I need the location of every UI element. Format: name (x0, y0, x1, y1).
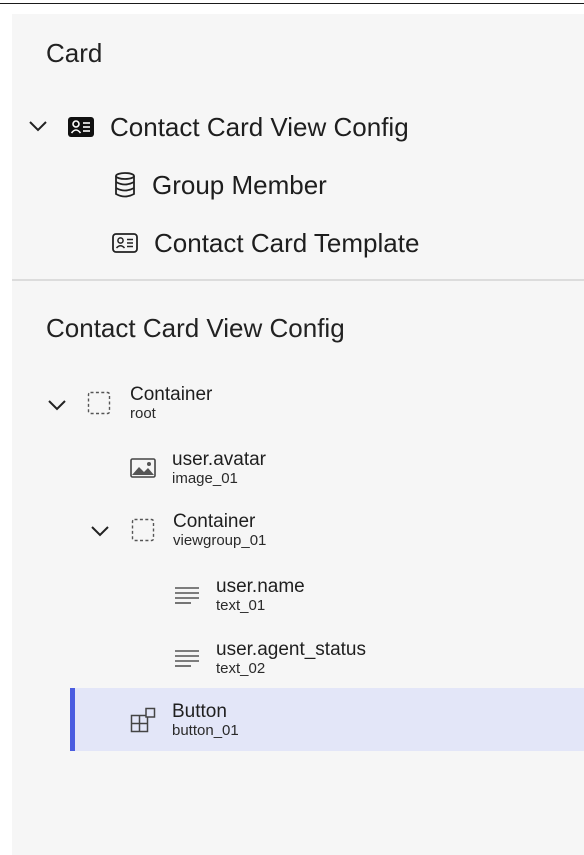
button-component-icon (130, 707, 156, 733)
node-title: user.name (216, 576, 305, 597)
tree-node-container-viewgroup[interactable]: Container viewgroup_01 (131, 508, 266, 552)
tree-node-button[interactable]: Button button_01 (130, 698, 239, 742)
text-lines-icon (174, 647, 200, 669)
text-lines-icon (174, 584, 200, 606)
contact-card-icon (68, 117, 94, 137)
tree-node-container-root[interactable]: Container root (87, 381, 212, 425)
node-id: text_01 (216, 597, 266, 614)
tree-item-label: Contact Card Template (154, 227, 420, 258)
chevron-down-icon[interactable] (28, 119, 48, 133)
chevron-down-icon[interactable] (47, 398, 67, 412)
tree-item-label: Group Member (152, 169, 327, 200)
tree-node-user-avatar[interactable]: user.avatar image_01 (130, 446, 266, 490)
node-title: Container (173, 511, 256, 532)
node-title: user.agent_status (216, 639, 366, 660)
database-icon (114, 172, 136, 198)
node-title: user.avatar (172, 449, 266, 470)
chevron-down-icon[interactable] (90, 524, 110, 538)
view-config-section-title: Contact Card View Config (46, 313, 345, 343)
node-id: button_01 (172, 722, 239, 739)
tree-item-contact-card-view-config[interactable]: Contact Card View Config (68, 112, 409, 142)
node-id: text_02 (216, 660, 266, 677)
tree-item-contact-card-template[interactable]: Contact Card Template (112, 228, 419, 258)
container-icon (87, 391, 111, 415)
tree-item-group-member[interactable]: Group Member (114, 170, 327, 200)
contact-card-outline-icon (112, 233, 138, 253)
tree-node-user-agent-status[interactable]: user.agent_status text_02 (174, 636, 366, 680)
section-divider (12, 279, 584, 281)
node-id: image_01 (172, 470, 238, 487)
node-id: root (130, 405, 156, 422)
card-section-title: Card (46, 38, 103, 68)
container-icon (131, 518, 155, 542)
node-title: Container (130, 384, 213, 405)
tree-node-user-name[interactable]: user.name text_01 (174, 573, 305, 617)
image-icon (130, 458, 156, 478)
top-border (0, 3, 584, 4)
tree-item-label: Contact Card View Config (110, 111, 409, 142)
selection-indicator (70, 688, 75, 751)
node-title: Button (172, 701, 227, 722)
node-id: viewgroup_01 (173, 532, 267, 549)
